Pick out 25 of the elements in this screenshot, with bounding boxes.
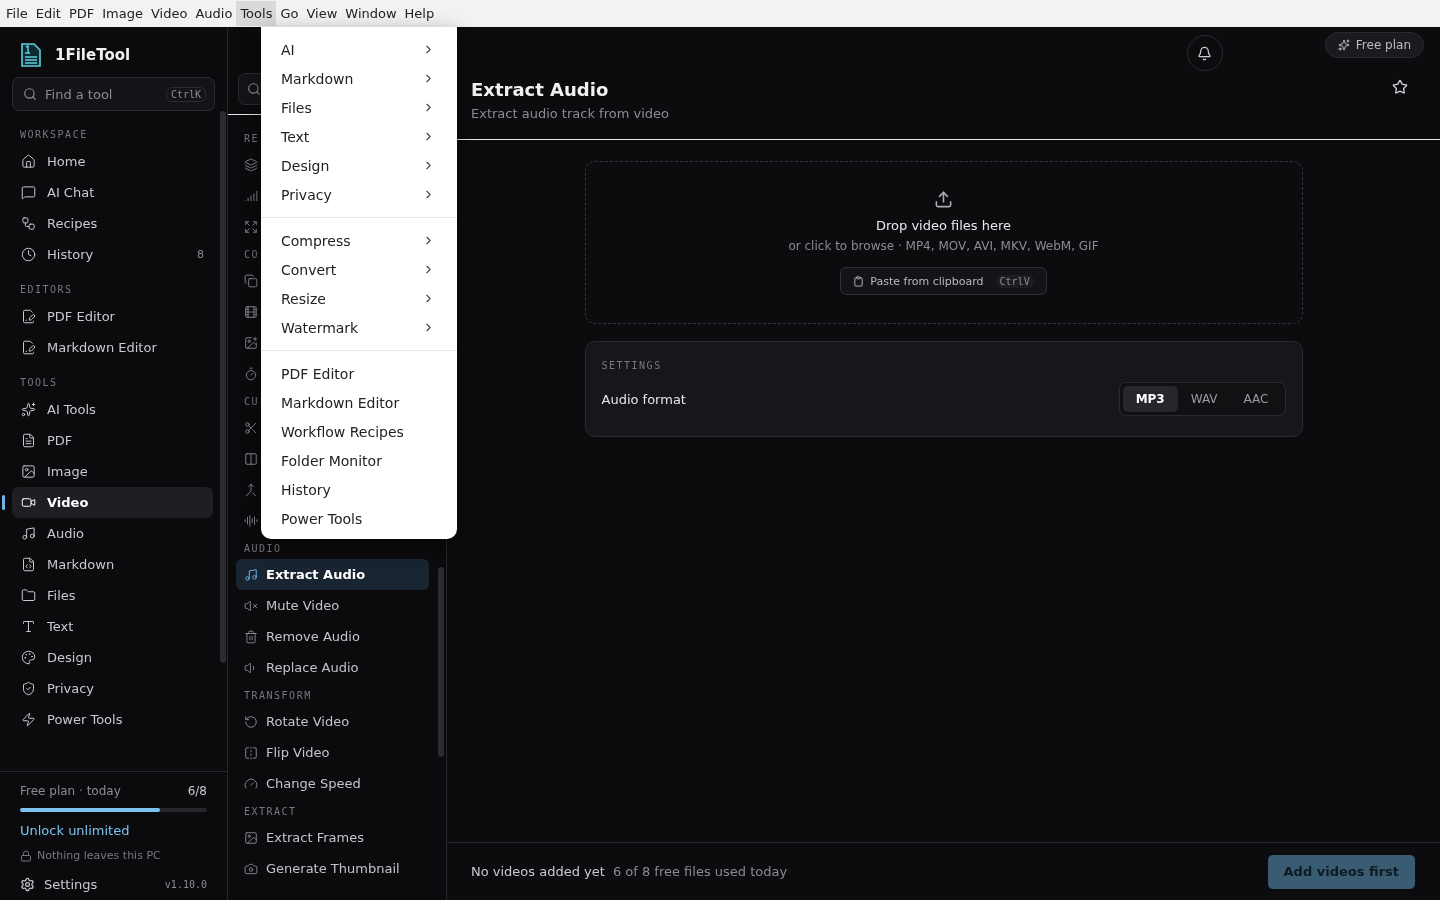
page-subtitle: Extract audio track from video: [471, 106, 669, 121]
section-title: CO: [243, 248, 261, 262]
shortcut-hint: CtrlK: [165, 86, 206, 102]
section-title: WORKSPACE: [19, 128, 89, 142]
version-label: v1.10.0: [164, 879, 207, 890]
drop-hint: or click to browse · MP4, MOV, AVI, MKV, WebM, GIF: [788, 239, 1099, 253]
card-title: SETTINGS: [601, 359, 662, 371]
plan-label: Free plan · today: [20, 784, 121, 798]
app-name: 1FileTool: [55, 46, 131, 64]
privacy-note: Nothing leaves this PC: [37, 849, 161, 862]
section-title: RE: [243, 132, 261, 146]
shortcut-hint: CtrlV: [995, 274, 1034, 288]
item-count: 8: [197, 248, 204, 261]
section-title: TOOLS: [19, 376, 59, 390]
section-title: AUDIO: [243, 542, 283, 556]
usage-text: 6 of 8 free files used today: [612, 864, 788, 879]
plan-count: 6/8: [187, 784, 207, 798]
status-text: No videos added yet: [471, 864, 605, 879]
section-title: EXTRACT: [243, 805, 298, 819]
page-title: Extract Audio: [471, 79, 609, 100]
section-title: EDITORS: [19, 283, 74, 297]
section-title: TRANSFORM: [243, 689, 313, 703]
setting-label: Audio format: [601, 391, 686, 407]
section-title: CU: [243, 395, 261, 409]
drop-title: Drop video files here: [875, 218, 1011, 233]
